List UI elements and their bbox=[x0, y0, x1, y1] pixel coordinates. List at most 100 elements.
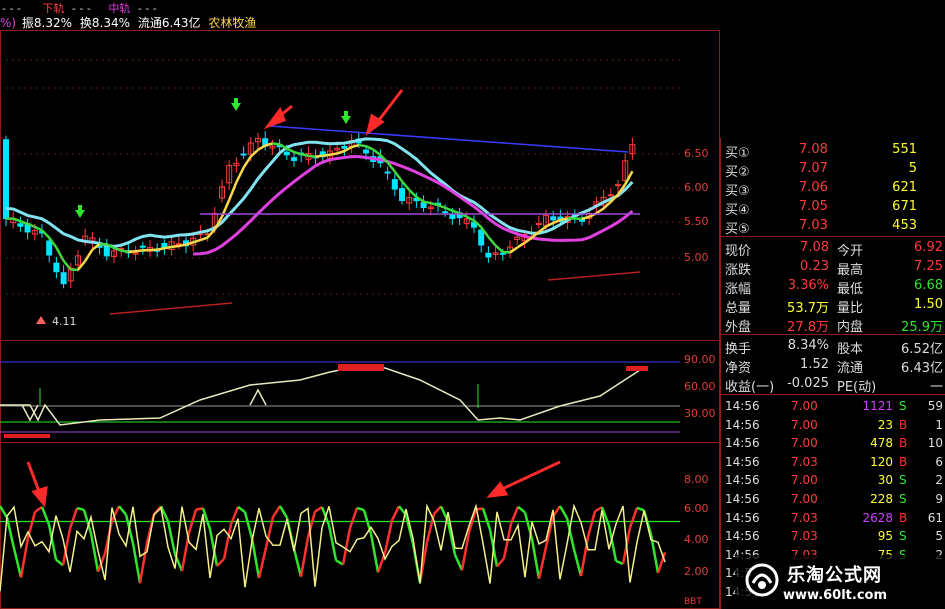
ind2-rg-segment bbox=[341, 527, 352, 565]
ind1-line bbox=[0, 366, 641, 426]
short-line-segment bbox=[228, 181, 238, 201]
short-line-segment bbox=[308, 154, 316, 158]
short-line-segment bbox=[372, 148, 382, 157]
candle-body bbox=[550, 216, 557, 221]
tick-time: 14:56 bbox=[725, 529, 760, 544]
price-axis-2: 5.50 bbox=[684, 215, 709, 228]
bid-price: 7.03 bbox=[799, 218, 828, 233]
ind1-dip bbox=[21, 404, 39, 422]
bid-row: 买④ 7.05 671 bbox=[721, 197, 945, 218]
short-line-segment bbox=[171, 244, 179, 249]
tick-price: 7.03 bbox=[791, 510, 818, 525]
ind2-rg-segment bbox=[216, 558, 225, 567]
ind2-rg-segment bbox=[348, 507, 359, 529]
watermark-url: www.60lt.com bbox=[783, 588, 888, 603]
tick-side: S bbox=[899, 492, 907, 506]
candle-body bbox=[139, 245, 146, 248]
ind2-axis-cut: BBT bbox=[684, 597, 702, 607]
ind2-rg-segment bbox=[356, 506, 365, 512]
tick-side: B bbox=[899, 436, 908, 451]
tick-count: 59 bbox=[927, 399, 943, 413]
tick-price: 7.00 bbox=[791, 436, 818, 451]
tick-row: 14:56 7.00 30 S 2 bbox=[721, 471, 945, 489]
tick-time: 14:56 bbox=[725, 473, 760, 488]
tick-volume: 23 bbox=[877, 417, 893, 432]
bid-volume: 621 bbox=[892, 180, 917, 195]
ind2-rg-segment bbox=[243, 511, 254, 539]
arrow-3-head bbox=[31, 485, 48, 508]
ind2-rg-segment bbox=[537, 546, 548, 580]
arrow-4-head bbox=[486, 481, 509, 498]
bid-row: 买③ 7.06 621 bbox=[721, 178, 945, 199]
tick-row: 14:56 7.00 478 B 10 bbox=[721, 434, 945, 452]
ind2-rg-segment bbox=[502, 523, 513, 559]
fund-row: 收益(一) -0.025 PE(动) 一 bbox=[721, 374, 945, 395]
tick-side: S bbox=[899, 399, 907, 413]
ind2-axis-2: 4.00 bbox=[684, 533, 709, 546]
indicator2-layer bbox=[0, 503, 680, 592]
ind1-axis-2: 30.00 bbox=[684, 407, 716, 420]
candle-body bbox=[391, 179, 398, 190]
bid-label: 买⑤ bbox=[725, 222, 750, 237]
stat-label: 外盘 bbox=[725, 320, 752, 335]
short-line-segment bbox=[199, 236, 209, 242]
ind2-rg-segment bbox=[327, 524, 338, 561]
ind2-axis-0: 8.00 bbox=[684, 473, 709, 486]
short-line-segment bbox=[595, 207, 605, 215]
price-grid bbox=[0, 59, 680, 295]
stat-value-2: 1.50 bbox=[914, 297, 943, 312]
ind1-top-block-2 bbox=[626, 366, 648, 371]
short-line-segment bbox=[444, 206, 453, 212]
candle-body bbox=[103, 245, 110, 257]
tick-side: B bbox=[899, 454, 908, 469]
ind2-rg-segment bbox=[496, 557, 505, 568]
candle-body bbox=[363, 149, 369, 154]
candle-body bbox=[17, 223, 24, 227]
ind2-rg-segment bbox=[517, 505, 526, 514]
stat-row: 外盘 27.8万 内盘 25.9万 bbox=[721, 314, 945, 335]
tick-side: B bbox=[899, 510, 908, 525]
tick-volume: 2628 bbox=[862, 510, 893, 525]
sell-signal-icon bbox=[341, 116, 351, 124]
tick-volume: 228 bbox=[870, 492, 893, 506]
sell-signal-stem bbox=[344, 111, 348, 116]
candle-body bbox=[607, 194, 614, 197]
short-line-segment bbox=[423, 200, 432, 205]
ind2-rg-segment bbox=[453, 554, 464, 571]
short-line-segment bbox=[235, 167, 245, 183]
logo-icon bbox=[745, 563, 779, 597]
tick-price: 7.03 bbox=[791, 529, 818, 544]
ind2-rg-segment bbox=[404, 514, 415, 545]
short-line-segment bbox=[336, 149, 345, 155]
stat-value-2: 6.92 bbox=[914, 240, 943, 255]
pct-stub: %) bbox=[0, 16, 17, 30]
short-line-segment bbox=[156, 247, 165, 251]
short-line-segment bbox=[466, 215, 475, 222]
stat-value: 3.36% bbox=[787, 278, 829, 293]
candle-body bbox=[60, 272, 67, 285]
short-line-segment bbox=[451, 209, 461, 215]
ind2-rg-segment bbox=[76, 506, 85, 512]
red-trend-2 bbox=[547, 271, 641, 281]
candle-body bbox=[420, 202, 427, 209]
stat-row: 涨幅 3.36% 最低 6.68 bbox=[721, 276, 945, 297]
short-line-segment bbox=[257, 144, 266, 151]
sell-signal-stem bbox=[78, 205, 82, 210]
tick-time: 14:56 bbox=[725, 510, 760, 525]
tick-count: 6 bbox=[935, 454, 943, 469]
short-line-segment bbox=[286, 147, 295, 154]
tick-row: 14:56 7.03 120 B 6 bbox=[721, 453, 945, 471]
fund-row: 换手 8.34% 股本 6.52亿 bbox=[721, 336, 945, 357]
ind1-axis-1: 60.00 bbox=[684, 380, 716, 393]
short-line-segment bbox=[128, 250, 136, 254]
ind2-rg-segment bbox=[257, 547, 268, 579]
kline-chart[interactable] bbox=[0, 0, 720, 609]
tick-time: 14:56 bbox=[725, 399, 760, 413]
tick-time: 14:56 bbox=[725, 417, 760, 432]
ind2-rg-segment bbox=[12, 548, 23, 578]
tick-time: 14:56 bbox=[725, 454, 760, 469]
bid-row: 买② 7.07 5 bbox=[721, 159, 945, 180]
candle-body bbox=[442, 211, 449, 214]
stat-value-2: 7.25 bbox=[914, 259, 943, 274]
bid-price: 7.06 bbox=[799, 180, 828, 195]
